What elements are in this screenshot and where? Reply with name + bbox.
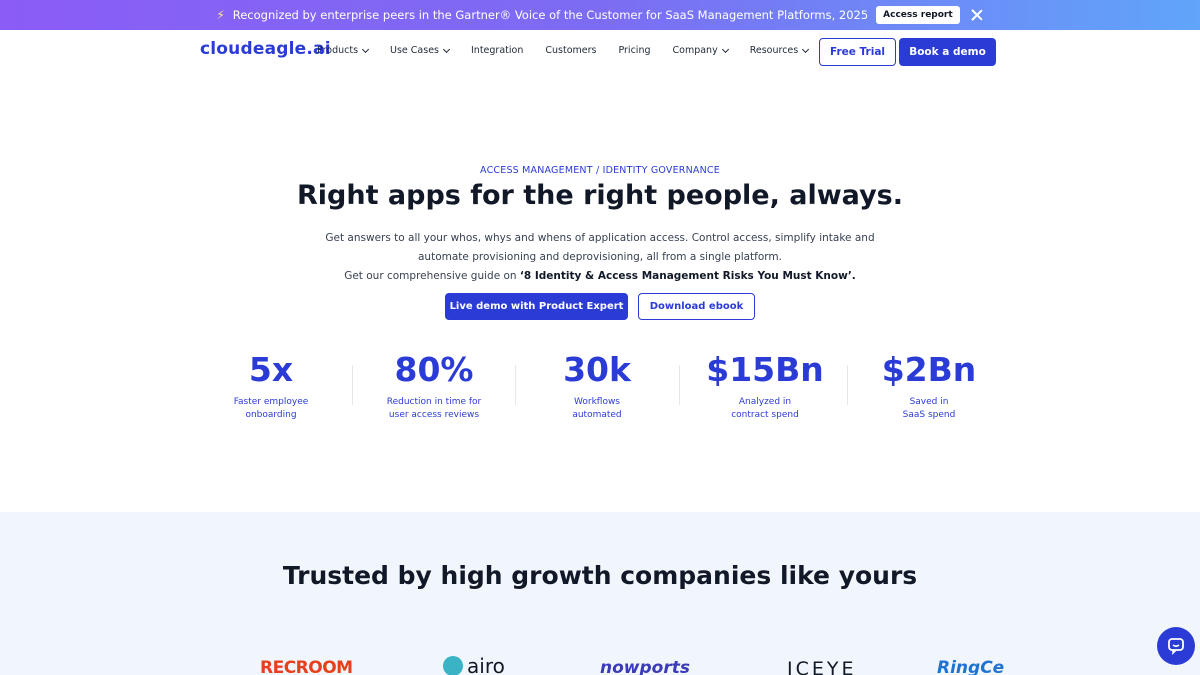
stat-label-line: contract spend — [731, 409, 799, 420]
airo-wordmark: airo — [467, 654, 505, 675]
hero-desc-line: automate provisioning and deprovisioning… — [418, 251, 782, 263]
stat-divider — [352, 365, 353, 405]
nav-item-company[interactable]: Company — [672, 45, 729, 56]
nav-item-products[interactable]: Products — [317, 45, 370, 56]
nav-item-label: Customers — [545, 45, 597, 56]
chevron-down-icon — [802, 45, 810, 53]
stat-divider — [847, 365, 848, 405]
live-demo-button[interactable]: Live demo with Product Expert — [445, 293, 628, 320]
airo-circle-icon — [443, 656, 463, 675]
stat-value: 80% — [394, 350, 474, 389]
trusted-section — [0, 512, 1200, 675]
stat-label-line: user access reviews — [388, 409, 480, 420]
stat-value: 5x — [248, 350, 294, 389]
hero-title: Right apps for the right people, always. — [297, 180, 903, 211]
nav-item-label: Company — [672, 45, 718, 56]
lightning-icon: ⚡ — [216, 8, 225, 22]
stat-label-line: automated — [572, 409, 622, 420]
nav-item-label: Use Cases — [390, 45, 439, 56]
chat-icon — [1168, 638, 1184, 655]
stat-onboarding: 5x Faster employee onboarding — [211, 348, 331, 421]
announcement-text: Recognized by enterprise peers in the Ga… — [232, 8, 869, 22]
chevron-down-icon — [442, 45, 451, 53]
stat-label: Analyzed in contract spend — [700, 396, 830, 421]
close-icon[interactable] — [970, 8, 984, 22]
customer-logo-airo: airo — [443, 654, 505, 675]
chevron-down-icon — [721, 45, 729, 53]
stat-value: $15Bn — [706, 350, 824, 389]
customer-logo-iceye: ICEYE — [787, 658, 857, 675]
stat-label-line: Workflows — [573, 397, 620, 407]
stat-contract-spend: $15Bn Analyzed in contract spend — [700, 348, 830, 421]
customer-logo-ringcentral: RingCe — [937, 658, 1005, 675]
stat-access-reviews: 80% Reduction in time for user access re… — [369, 348, 499, 421]
stat-label-line: SaaS spend — [902, 409, 956, 420]
nav-item-label: Pricing — [618, 45, 651, 56]
guide-title-link[interactable]: ‘8 Identity & Access Management Risks Yo… — [520, 270, 856, 282]
guide-prefix: Get our comprehensive guide on — [344, 270, 520, 282]
announcement-bar: ⚡ Recognized by enterprise peers in the … — [0, 0, 1200, 30]
nav-item-customers[interactable]: Customers — [545, 45, 596, 56]
hero-desc-line: Get our comprehensive guide on ‘8 Identi… — [0, 267, 1200, 286]
nav-item-resources[interactable]: Resources — [749, 45, 810, 56]
hero-desc-line: Get answers to all your whos, whys and w… — [325, 232, 875, 244]
stat-value: $2Bn — [881, 350, 977, 389]
access-report-button[interactable]: Access report — [876, 6, 960, 24]
nav-item-pricing[interactable]: Pricing — [618, 45, 650, 56]
chevron-down-icon — [361, 45, 370, 53]
hero-description: Get answers to all your whos, whys and w… — [0, 229, 1200, 286]
stat-value: 30k — [563, 350, 631, 389]
nav-menu: Products Use Cases Integration Customers… — [317, 45, 830, 56]
stat-divider — [679, 365, 680, 405]
customer-logo-nowports: nowports — [600, 658, 690, 675]
hero-eyebrow: ACCESS MANAGEMENT / IDENTITY GOVERNANCE — [480, 165, 720, 176]
main-nav: cloudeagle.ai Products Use Cases Integra… — [0, 30, 1200, 74]
logo[interactable]: cloudeagle.ai — [200, 39, 331, 59]
download-ebook-button[interactable]: Download ebook — [638, 293, 755, 320]
nav-item-label: Integration — [471, 45, 524, 56]
free-trial-button[interactable]: Free Trial — [819, 38, 896, 66]
stat-label-line: Saved in — [909, 397, 949, 407]
nav-item-integration[interactable]: Integration — [471, 45, 523, 56]
stat-workflows: 30k Workflows automated — [537, 348, 657, 421]
stat-label-line: Reduction in time for — [386, 397, 482, 407]
stat-label: Workflows automated — [537, 396, 657, 421]
customer-logo-recroom: RECROOM — [260, 658, 353, 675]
stat-label: Reduction in time for user access review… — [369, 396, 499, 421]
nav-item-use-cases[interactable]: Use Cases — [390, 45, 451, 56]
nav-item-label: Resources — [749, 45, 799, 56]
stat-divider — [515, 365, 516, 405]
chat-widget-button[interactable] — [1157, 627, 1195, 665]
nav-item-label: Products — [317, 45, 359, 56]
stat-label: Saved in SaaS spend — [869, 396, 989, 421]
stat-saas-spend: $2Bn Saved in SaaS spend — [869, 348, 989, 421]
book-demo-button[interactable]: Book a demo — [899, 38, 996, 66]
stat-label-line: onboarding — [245, 409, 297, 420]
stat-label-line: Analyzed in — [738, 397, 792, 407]
stat-label-line: Faster employee — [233, 397, 309, 407]
trusted-title: Trusted by high growth companies like yo… — [282, 561, 918, 590]
stat-label: Faster employee onboarding — [211, 396, 331, 421]
